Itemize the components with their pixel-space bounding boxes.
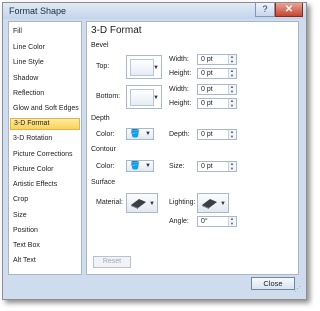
format-shape-dialog: Format Shape ? ✕ Fill Line Color Line St… [2, 2, 307, 300]
bevel-top-width-value: 0 pt [201, 56, 213, 63]
sidebar-item-size[interactable]: Size [10, 210, 80, 222]
lighting-label: Lighting: [169, 199, 196, 206]
settings-panel: 3-D Format Bevel Top: ▼ Width: 0 pt ▲ ▼ H… [86, 21, 299, 275]
bevel-bottom-swatch [130, 89, 154, 106]
bevel-top-height-label: Height: [169, 70, 192, 77]
bevel-top-width-spinner[interactable]: 0 pt ▲ ▼ [197, 54, 237, 65]
bevel-top-width-label: Width: [169, 56, 189, 63]
sidebar-item-glow-soft-edges[interactable]: Glow and Soft Edges [10, 103, 80, 115]
sidebar-item-alt-text[interactable]: Alt Text [10, 255, 80, 267]
bevel-bottom-height-spinner[interactable]: 0 pt ▲ ▼ [197, 98, 237, 109]
depth-color-button[interactable]: 🪣 ▼ [126, 128, 154, 140]
spinner-arrows-icon[interactable]: ▲ ▼ [228, 130, 236, 139]
sidebar-item-line-style[interactable]: Line Style [10, 57, 80, 69]
sidebar-item-fill[interactable]: Fill [10, 26, 80, 38]
close-button[interactable]: Close [251, 277, 295, 290]
chevron-down-icon: ▼ [220, 201, 226, 207]
bevel-section-label: Bevel [91, 42, 109, 49]
contour-size-label: Size: [169, 163, 185, 170]
spinner-arrows-icon[interactable]: ▲ ▼ [228, 217, 236, 226]
depth-color-label: Color: [96, 131, 115, 138]
depth-spinner[interactable]: 0 pt ▲ ▼ [197, 129, 237, 140]
contour-size-value: 0 pt [201, 163, 213, 170]
angle-label: Angle: [169, 218, 189, 225]
spinner-arrows-icon[interactable]: ▲ ▼ [228, 69, 236, 78]
angle-spinner[interactable]: 0° ▲ ▼ [197, 216, 237, 227]
spinner-arrows-icon[interactable]: ▲ ▼ [228, 99, 236, 108]
bevel-top-dropdown[interactable]: ▼ [126, 55, 162, 79]
surface-section-label: Surface [91, 179, 116, 186]
sidebar-item-picture-color[interactable]: Picture Color [10, 164, 80, 176]
bevel-bottom-dropdown[interactable]: ▼ [126, 85, 162, 109]
paint-bucket-icon: 🪣 [130, 161, 140, 170]
category-list: Fill Line Color Line Style Shadow Reflec… [8, 21, 82, 275]
lighting-preview-icon [202, 199, 217, 209]
spinner-arrows-icon[interactable]: ▲ ▼ [228, 55, 236, 64]
contour-color-button[interactable]: 🪣 ▼ [126, 160, 154, 172]
angle-value: 0° [201, 218, 208, 225]
bevel-top-swatch [130, 59, 154, 76]
sidebar-item-picture-corrections[interactable]: Picture Corrections [10, 149, 80, 161]
chevron-down-icon: ▼ [145, 131, 151, 137]
bevel-bottom-width-spinner[interactable]: 0 pt ▲ ▼ [197, 84, 237, 95]
bevel-bottom-height-label: Height: [169, 100, 192, 107]
sidebar-item-3d-format[interactable]: 3-D Format [10, 118, 80, 130]
bevel-top-label: Top: [96, 63, 110, 70]
chevron-down-icon: ▼ [153, 65, 159, 71]
material-dropdown[interactable]: ▼ [126, 193, 158, 213]
material-label: Material: [96, 199, 123, 206]
chevron-down-icon: ▼ [145, 163, 151, 169]
panel-heading: 3-D Format [91, 25, 142, 36]
paint-bucket-icon: 🪣 [130, 129, 140, 138]
sidebar-item-text-box[interactable]: Text Box [10, 240, 80, 252]
bevel-bottom-height-value: 0 pt [201, 100, 213, 107]
spinner-arrows-icon[interactable]: ▲ ▼ [228, 162, 236, 171]
sidebar-item-position[interactable]: Position [10, 225, 80, 237]
dialog-title: Format Shape [9, 6, 67, 16]
resize-grip-icon[interactable]: ⋰ [294, 285, 301, 293]
reset-button[interactable]: Reset [93, 256, 131, 268]
bevel-top-height-spinner[interactable]: 0 pt ▲ ▼ [197, 68, 237, 79]
contour-size-spinner[interactable]: 0 pt ▲ ▼ [197, 161, 237, 172]
chevron-down-icon: ▼ [149, 201, 155, 207]
sidebar-item-line-color[interactable]: Line Color [10, 42, 80, 54]
contour-color-label: Color: [96, 163, 115, 170]
depth-section-label: Depth [91, 115, 110, 122]
chevron-down-icon: ▼ [153, 95, 159, 101]
help-button[interactable]: ? [255, 3, 275, 17]
spinner-arrows-icon[interactable]: ▲ ▼ [228, 85, 236, 94]
sidebar-item-3d-rotation[interactable]: 3-D Rotation [10, 133, 80, 145]
sidebar-item-artistic-effects[interactable]: Artistic Effects [10, 179, 80, 191]
contour-section-label: Contour [91, 146, 116, 153]
depth-value: 0 pt [201, 131, 213, 138]
bevel-bottom-label: Bottom: [96, 93, 121, 100]
material-preview-icon [131, 199, 146, 209]
bevel-top-height-value: 0 pt [201, 70, 213, 77]
close-window-button[interactable]: ✕ [275, 3, 303, 17]
dialog-client: Fill Line Color Line Style Shadow Reflec… [8, 21, 301, 293]
title-bar[interactable]: Format Shape ? ✕ [3, 3, 306, 19]
depth-label: Depth: [169, 131, 190, 138]
sidebar-item-crop[interactable]: Crop [10, 194, 80, 206]
sidebar-item-reflection[interactable]: Reflection [10, 88, 80, 100]
bevel-bottom-width-value: 0 pt [201, 86, 213, 93]
bevel-bottom-width-label: Width: [169, 86, 189, 93]
sidebar-item-shadow[interactable]: Shadow [10, 73, 80, 85]
lighting-dropdown[interactable]: ▼ [197, 193, 229, 213]
